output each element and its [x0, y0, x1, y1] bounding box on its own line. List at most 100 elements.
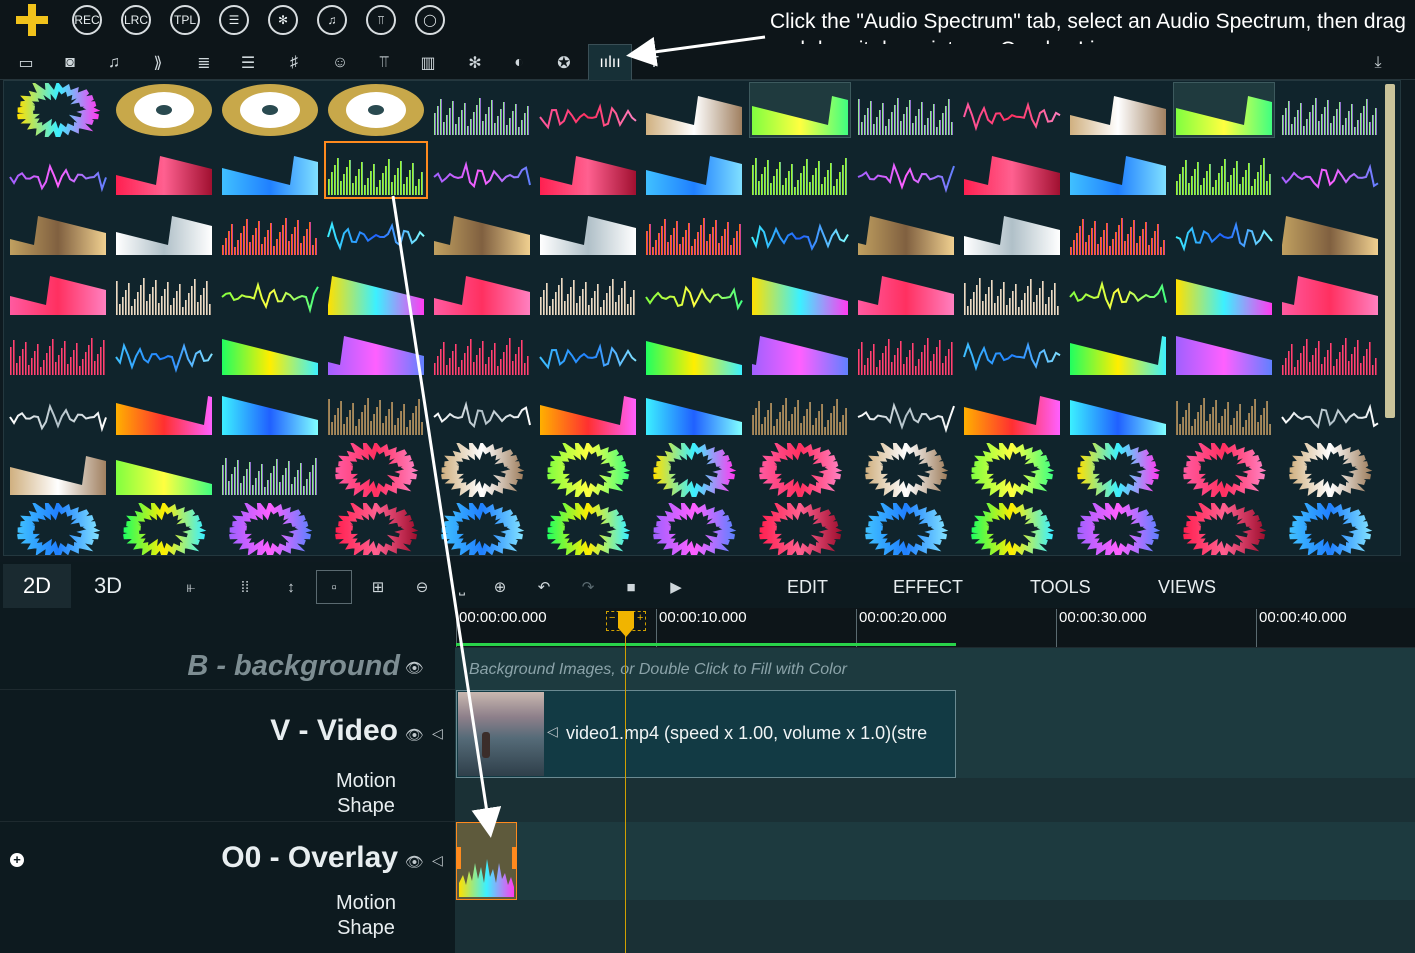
spectrum-thumbnail[interactable]: [114, 203, 214, 257]
spectrum-thumbnail[interactable]: [538, 203, 638, 257]
spectrum-thumbnail[interactable]: [114, 143, 214, 197]
spectrum-thumbnail[interactable]: [1174, 438, 1274, 504]
lane-overlay[interactable]: [455, 822, 1415, 900]
spectrum-thumbnail[interactable]: [962, 203, 1062, 257]
spectrum-thumbnail[interactable]: [856, 83, 956, 137]
user-icon[interactable]: ◯: [415, 5, 445, 35]
spectrum-thumbnail[interactable]: [8, 143, 108, 197]
minus-icon[interactable]: −: [609, 612, 615, 624]
spectrum-thumbnail[interactable]: [962, 438, 1062, 504]
text-icon[interactable]: ⫪: [366, 5, 396, 35]
spectrum-thumbnail[interactable]: [856, 498, 956, 555]
spectrum-thumbnail[interactable]: [1280, 323, 1380, 377]
spectrum-thumbnail[interactable]: [220, 323, 320, 377]
spectrum-thumbnail[interactable]: [432, 203, 532, 257]
spectrum-thumbnail[interactable]: [749, 82, 851, 138]
spectrum-thumbnail[interactable]: [644, 143, 744, 197]
spectrum-thumbnail[interactable]: [1280, 498, 1380, 555]
spectrum-thumbnail[interactable]: [326, 323, 426, 377]
filmstrip-icon[interactable]: ▥: [414, 50, 442, 76]
flower-icon[interactable]: ✻: [268, 5, 298, 35]
tab-3d[interactable]: 3D: [74, 564, 142, 608]
audio-spectrum-clip[interactable]: [456, 822, 517, 900]
play-icon[interactable]: ▶: [665, 577, 687, 597]
spectrum-thumbnail[interactable]: [220, 498, 320, 555]
spectrum-thumbnail[interactable]: [1280, 143, 1380, 197]
spectrum-thumbnail[interactable]: [1174, 143, 1274, 197]
spectrum-thumbnail[interactable]: [750, 263, 850, 317]
spectrum-thumbnail[interactable]: [1068, 383, 1168, 437]
align-left-icon[interactable]: ⫦: [180, 577, 202, 597]
spectrum-thumbnail[interactable]: [8, 323, 108, 377]
motion-label[interactable]: Motion: [326, 892, 406, 915]
spectrum-thumbnail[interactable]: [856, 323, 956, 377]
spectrum-thumbnail[interactable]: [1068, 498, 1168, 555]
spectrum-thumbnail[interactable]: [1174, 263, 1274, 317]
spectrum-thumbnail[interactable]: [114, 498, 214, 555]
shape-label[interactable]: Shape: [326, 795, 406, 818]
motion-label[interactable]: Motion: [326, 770, 406, 793]
spectrum-thumbnail[interactable]: [432, 383, 532, 437]
spectrum-thumbnail[interactable]: [326, 83, 426, 137]
add-media-button[interactable]: [14, 2, 50, 38]
spectrum-thumbnail[interactable]: [326, 438, 426, 504]
spectrum-thumbnail[interactable]: [644, 263, 744, 317]
spectrum-thumbnail[interactable]: [538, 383, 638, 437]
spectrum-thumbnail[interactable]: [8, 443, 108, 497]
spectrum-thumbnail[interactable]: [8, 81, 108, 144]
spectrum-thumbnail[interactable]: [750, 323, 850, 377]
speaker-icon[interactable]: ◁: [432, 725, 443, 742]
redo-icon[interactable]: ↷: [577, 577, 599, 597]
spectrum-thumbnail[interactable]: [432, 323, 532, 377]
menu-effect[interactable]: EFFECT: [893, 577, 963, 598]
spectrum-thumbnail[interactable]: [856, 383, 956, 437]
spectrum-thumbnail[interactable]: [538, 498, 638, 555]
spectrum-thumbnail[interactable]: [1174, 203, 1274, 257]
eye-icon[interactable]: 👁: [405, 726, 424, 744]
grid-icon[interactable]: ⁞⁞: [234, 577, 256, 597]
spectrum-thumbnail[interactable]: [1174, 498, 1274, 555]
eye-icon[interactable]: 👁: [405, 853, 424, 871]
spectrum-thumbnail[interactable]: [644, 203, 744, 257]
spectrum-thumbnail[interactable]: [962, 383, 1062, 437]
spectrum-thumbnail[interactable]: [1174, 383, 1274, 437]
spectrum-thumbnail[interactable]: [750, 438, 850, 504]
spectrum-thumbnail[interactable]: [644, 83, 744, 137]
spectrum-thumbnail[interactable]: [1280, 438, 1380, 504]
spectrum-thumbnail[interactable]: [220, 263, 320, 317]
zoom-out-icon[interactable]: ⊖: [411, 577, 433, 597]
spectrum-thumbnail[interactable]: [114, 323, 214, 377]
text-tool-icon[interactable]: T: [640, 50, 668, 76]
spectrum-thumbnail[interactable]: [1068, 83, 1168, 137]
zoom-in-icon[interactable]: ⊕: [489, 577, 511, 597]
tab-2d[interactable]: 2D: [3, 564, 71, 608]
spectrum-thumbnail[interactable]: [114, 383, 214, 437]
gallery-scrollbar[interactable]: [1385, 84, 1395, 418]
lane-video-motion[interactable]: [455, 778, 1415, 822]
spectrum-thumbnail[interactable]: [114, 83, 214, 137]
download-icon[interactable]: ⤓: [1364, 50, 1392, 76]
ruler-icon[interactable]: ⎵: [451, 577, 473, 597]
spectrum-thumbnail[interactable]: [8, 383, 108, 437]
list-icon[interactable]: ☰: [219, 5, 249, 35]
speaker-icon[interactable]: ◁: [432, 852, 443, 869]
resize-vertical-icon[interactable]: ↕: [280, 577, 302, 597]
spectrum-thumbnail[interactable]: [326, 383, 426, 437]
spectrum-thumbnail[interactable]: [432, 143, 532, 197]
spectrum-thumbnail[interactable]: [750, 383, 850, 437]
lrc-button[interactable]: LRC: [121, 5, 151, 35]
spectrum-thumbnail[interactable]: [1068, 323, 1168, 377]
spectrum-thumbnail[interactable]: [326, 203, 426, 257]
emoji-icon[interactable]: ☺: [326, 50, 354, 76]
spectrum-thumbnail[interactable]: [750, 143, 850, 197]
video-clip[interactable]: ◁ video1.mp4 (speed x 1.00, volume x 1.0…: [456, 690, 956, 778]
caption-icon[interactable]: ⫪: [370, 50, 398, 76]
spectrum-thumbnail[interactable]: [856, 143, 956, 197]
spectrum-thumbnail[interactable]: [114, 443, 214, 497]
spectrum-thumbnail[interactable]: [220, 203, 320, 257]
spectrum-thumbnail[interactable]: [1068, 143, 1168, 197]
list-icon[interactable]: ☰: [234, 50, 262, 76]
score-icon[interactable]: ♯: [280, 50, 308, 76]
music-list-icon[interactable]: ♫: [317, 5, 347, 35]
spectrum-thumbnail[interactable]: [220, 383, 320, 437]
